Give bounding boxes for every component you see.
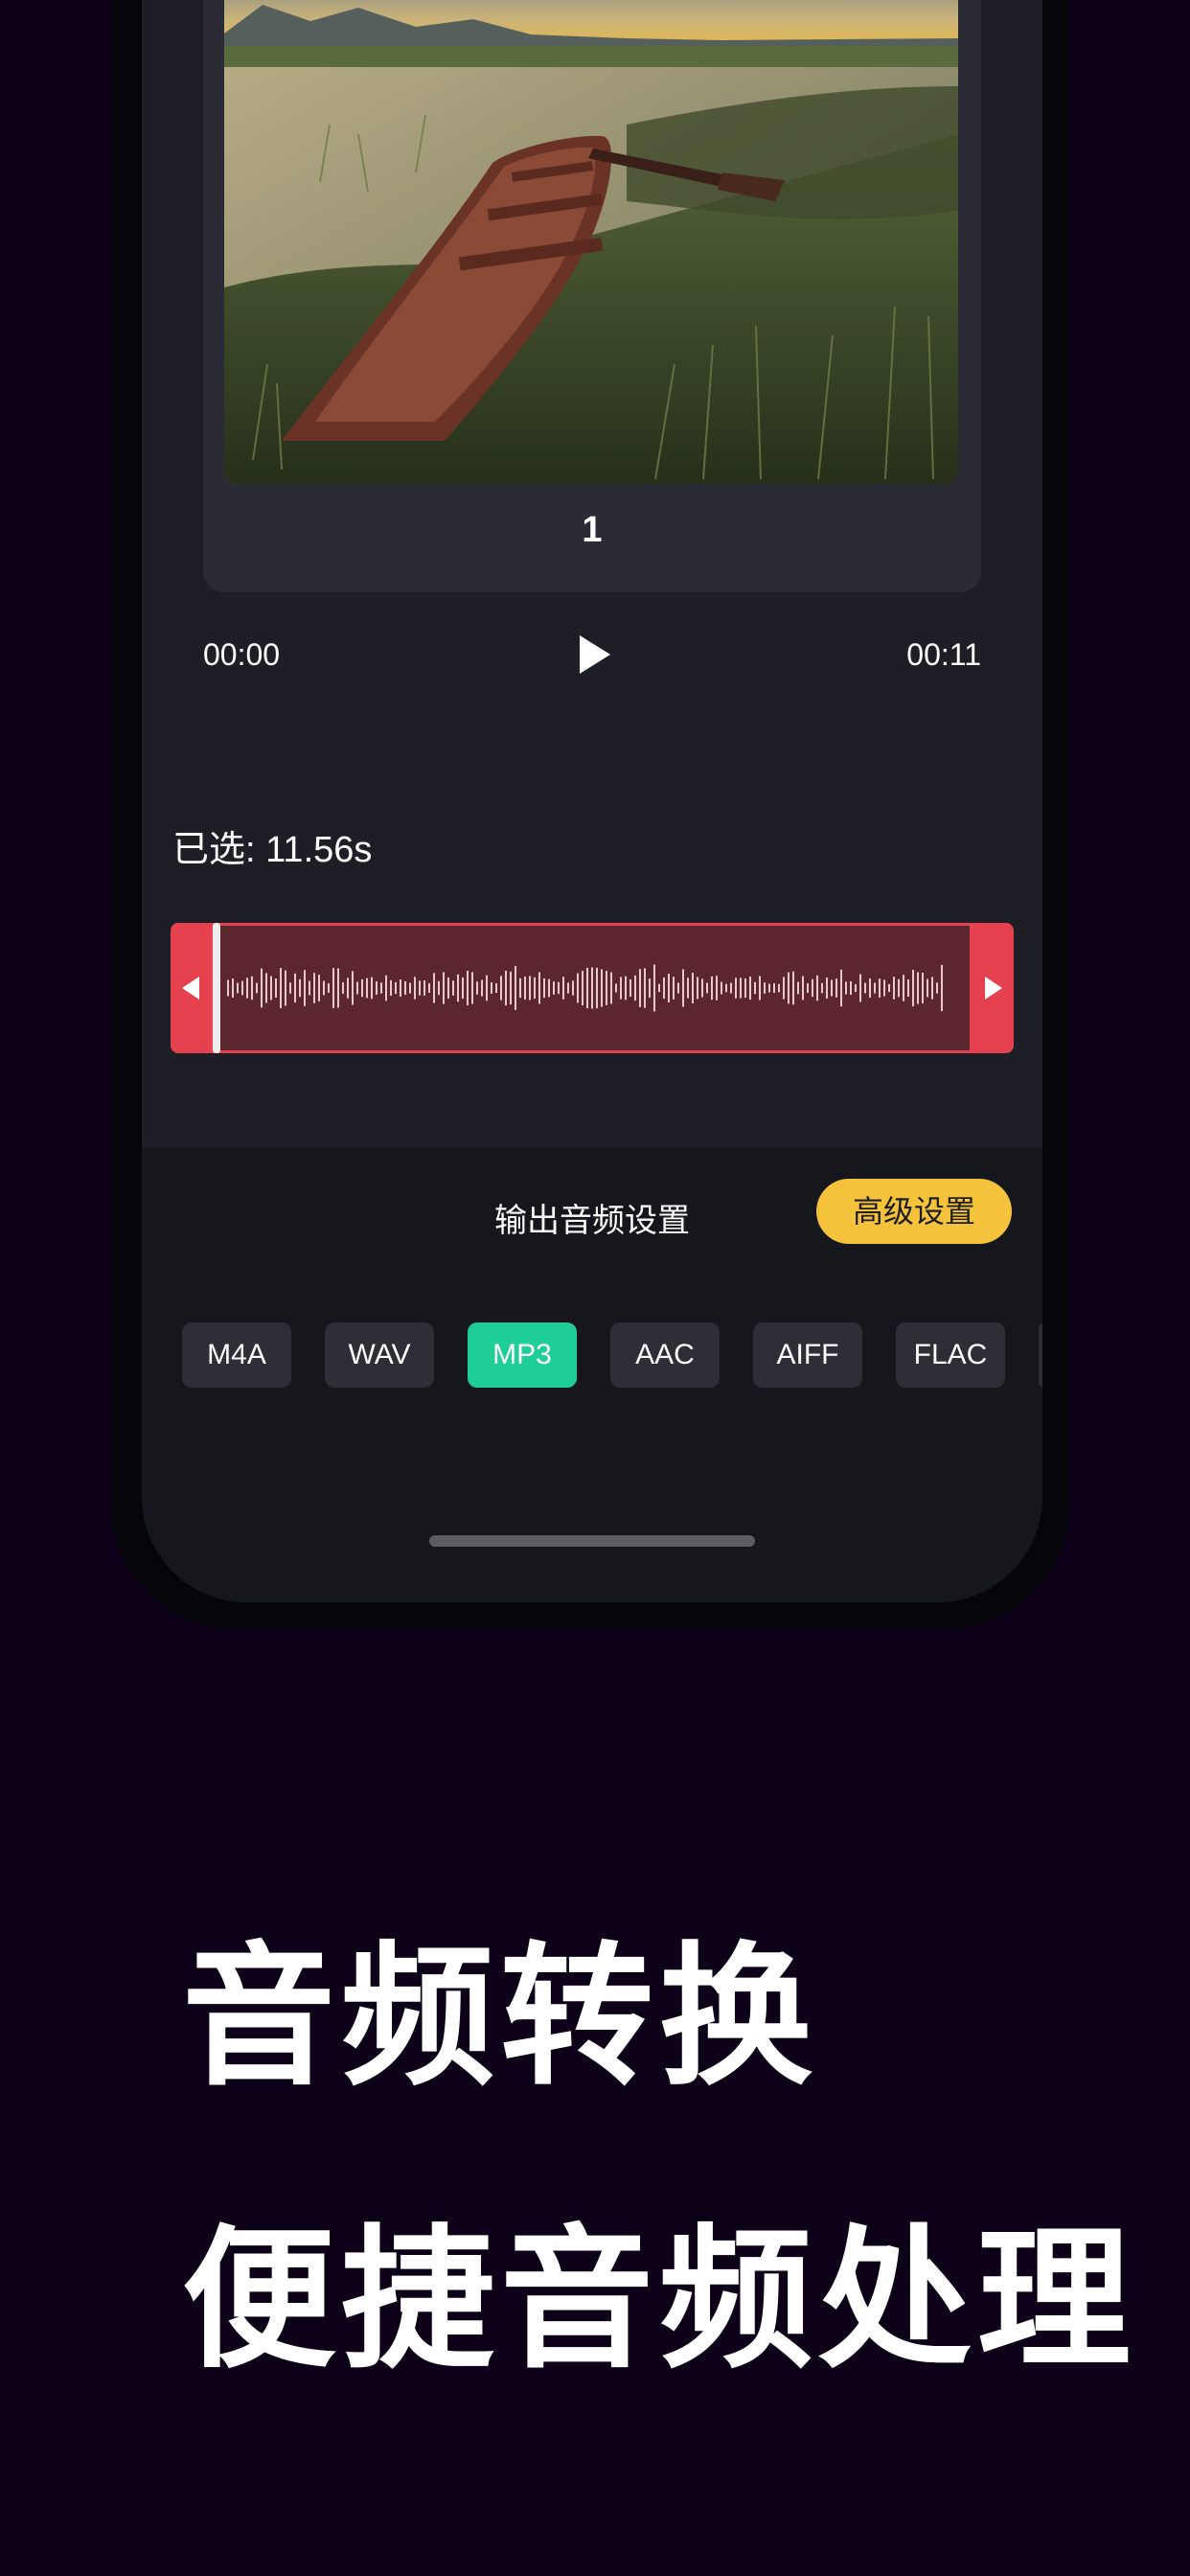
trim-right-handle[interactable] xyxy=(970,923,1014,1053)
play-icon[interactable] xyxy=(576,632,614,677)
total-time: 00:11 xyxy=(906,637,981,672)
home-indicator xyxy=(429,1535,755,1547)
triangle-right-icon xyxy=(985,977,1002,1000)
format-list: M4A WAV MP3 AAC AIFF FLAC xyxy=(182,1322,1042,1388)
playhead[interactable] xyxy=(213,923,220,1053)
waveform-region[interactable] xyxy=(215,923,970,1053)
format-mp3-button[interactable]: MP3 xyxy=(468,1322,577,1388)
format-aac-button[interactable]: AAC xyxy=(610,1322,720,1388)
preview-card: 1 xyxy=(203,0,981,592)
triangle-left-icon xyxy=(182,977,199,1000)
format-wav-button[interactable]: WAV xyxy=(325,1322,434,1388)
output-settings-panel: 输出音频设置 高级设置 M4A WAV MP3 AAC AIFF FLAC xyxy=(142,1148,1042,1602)
format-m4a-button[interactable]: M4A xyxy=(182,1322,291,1388)
audio-waveform xyxy=(227,964,943,1012)
trim-selector[interactable] xyxy=(171,923,1014,1053)
format-flac-button[interactable]: FLAC xyxy=(896,1322,1005,1388)
promo-subheadline: 便捷音频处理 xyxy=(182,2214,1137,2385)
promo-headline: 音频转换 xyxy=(182,1931,819,2103)
page-number: 1 xyxy=(582,510,603,550)
current-time: 00:00 xyxy=(203,637,281,672)
selected-duration: 已选: 11.56s xyxy=(172,830,373,870)
trim-left-handle[interactable] xyxy=(171,923,215,1053)
cover-image xyxy=(224,0,958,484)
format-more-button[interactable] xyxy=(1039,1322,1042,1388)
advanced-settings-button[interactable]: 高级设置 xyxy=(816,1179,1012,1244)
format-aiff-button[interactable]: AIFF xyxy=(753,1322,862,1388)
phone-screen: 1 00:00 00:11 已选: 11.56s 输出音频设置 高级设置 M4A… xyxy=(142,0,1042,1602)
